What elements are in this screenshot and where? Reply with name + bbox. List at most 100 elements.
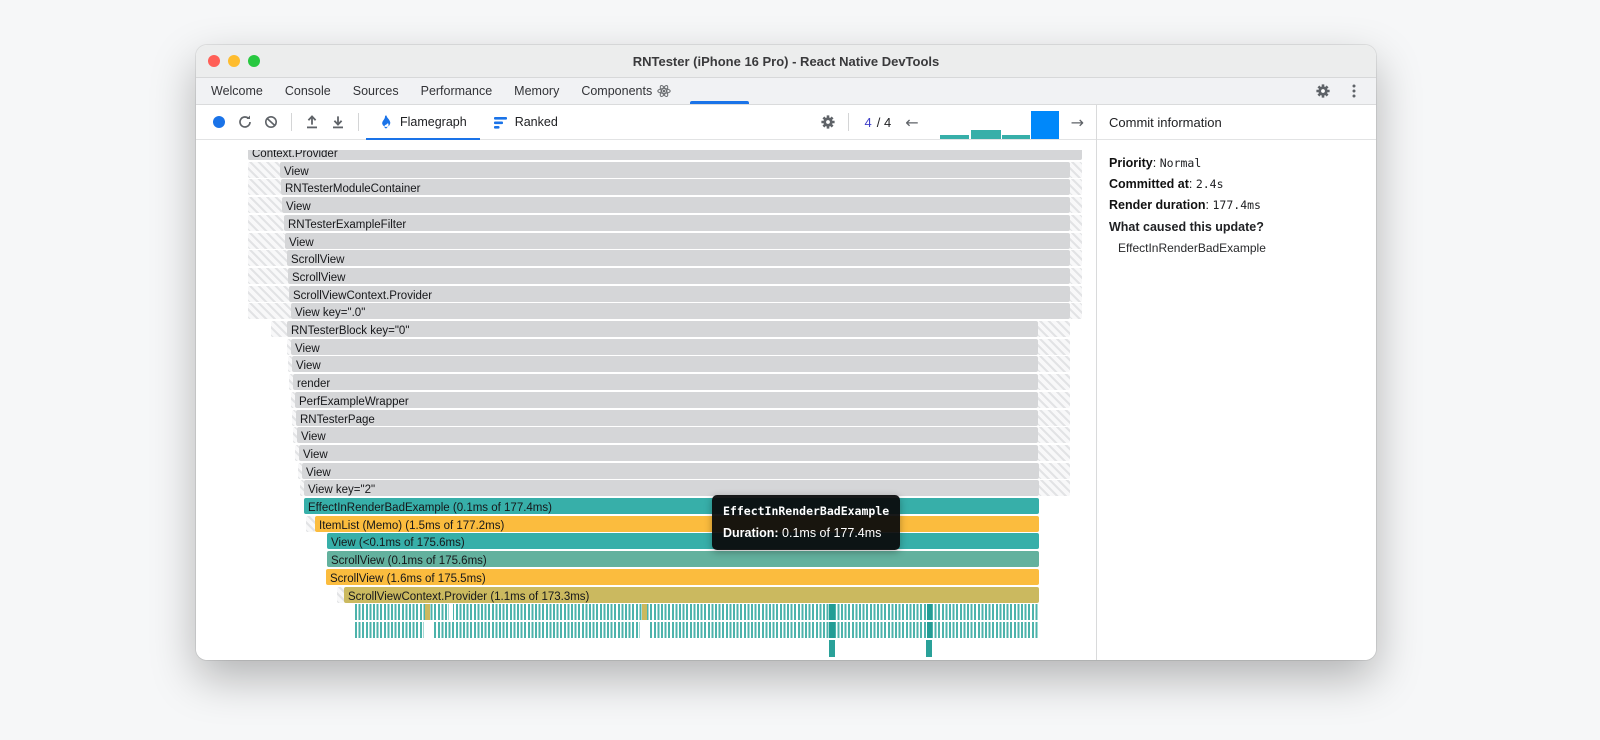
tab-sources[interactable]: Sources — [342, 78, 410, 104]
toolbar-divider — [358, 113, 359, 131]
flame-bar[interactable]: View — [291, 338, 1038, 355]
clear-profiling-data-button[interactable] — [258, 109, 284, 135]
flame-bar[interactable]: ItemList (Memo) (1.5ms of 177.2ms) — [315, 515, 1039, 532]
flamegraph-canvas: Context.Provider View RNTesterModuleContai… — [196, 140, 1096, 660]
commit-bar-3[interactable] — [1001, 135, 1030, 139]
flame-bar-label: View — [296, 360, 321, 373]
tab-performance[interactable]: Performance — [410, 78, 504, 104]
flame-bar[interactable]: ScrollView (1.6ms of 175.5ms) — [326, 568, 1039, 585]
zoom-window-button[interactable] — [248, 55, 260, 67]
tab-memory[interactable]: Memory — [503, 78, 570, 104]
flame-bar[interactable]: Context.Provider — [248, 150, 1082, 160]
flame-bar-label: RNTesterPage — [300, 413, 375, 426]
record-button[interactable] — [206, 109, 232, 135]
commit-counter-separator: / — [876, 114, 881, 130]
main-split: Flamegraph Ranked 4/ 4 ← → Context.Provi… — [196, 105, 1376, 660]
flame-bar[interactable]: EffectInRenderBadExample (0.1ms of 177.4… — [304, 498, 1039, 514]
stripe-accent — [927, 621, 932, 638]
flame-bar[interactable]: ScrollView — [287, 250, 1070, 267]
profiler-toolbar: Flamegraph Ranked 4/ 4 ← → — [196, 105, 1096, 143]
did-not-render-hatch — [1038, 321, 1070, 337]
current-commit-number[interactable]: 4 — [864, 115, 871, 130]
tab-bar: Welcome Console Sources Performance Memory Co… — [196, 78, 1376, 105]
flame-row: View — [196, 338, 1096, 355]
flame-bar[interactable]: RNTesterModuleContainer — [281, 179, 1070, 196]
tab-console-label: Console — [284, 84, 331, 98]
flame-bar[interactable]: View — [302, 462, 1039, 479]
tab-welcome[interactable]: Welcome — [200, 78, 274, 104]
flame-mini-bar[interactable] — [829, 639, 835, 657]
did-not-render-hatch — [337, 586, 344, 603]
flame-bar[interactable]: render — [293, 374, 1038, 391]
flame-bar-label: ScrollViewContext.Provider — [293, 289, 433, 302]
did-not-render-hatch — [306, 515, 315, 532]
flame-bar[interactable]: View key=".0" — [291, 303, 1070, 320]
tab-ranked[interactable]: Ranked — [480, 105, 571, 140]
flame-bar[interactable]: ScrollViewContext.Provider — [289, 285, 1070, 302]
flame-bar[interactable]: ScrollViewContext.Provider (1.1ms of 173… — [344, 586, 1039, 603]
flame-bar-label: ScrollViewContext.Provider (1.1ms of 173… — [348, 590, 590, 603]
flame-stripe-row[interactable] — [355, 621, 1039, 638]
commit-bar-2[interactable] — [970, 130, 1001, 139]
flame-stripe-row[interactable] — [355, 604, 1039, 621]
flame-bar-label: RNTesterBlock key="0" — [291, 325, 410, 337]
flame-bar[interactable]: View — [282, 197, 1070, 214]
flame-bar[interactable]: RNTesterBlock key="0" — [287, 321, 1038, 337]
flame-bar[interactable]: View — [280, 161, 1070, 178]
tab-flamegraph[interactable]: Flamegraph — [366, 105, 480, 141]
download-profile-button[interactable] — [325, 109, 351, 135]
flame-row: ScrollView (0.1ms of 175.6ms) — [196, 551, 1096, 568]
flame-bar[interactable]: RNTesterPage — [296, 409, 1038, 426]
update-cause-component[interactable]: EffectInRenderBadExample — [1109, 238, 1364, 259]
upload-profile-button[interactable] — [299, 109, 325, 135]
flame-bar-label: ScrollView — [291, 254, 345, 267]
flame-bar-label: PerfExampleWrapper — [299, 395, 409, 408]
commit-bar-4[interactable] — [1030, 111, 1059, 143]
flame-mini-bar[interactable] — [926, 639, 932, 657]
flame-bar[interactable]: View — [297, 427, 1038, 444]
flame-bar[interactable]: ScrollView — [288, 267, 1070, 284]
tab-components[interactable]: Components — [570, 78, 682, 104]
flame-row: View key=".0" — [196, 303, 1096, 320]
flame-bar[interactable]: View (<0.1ms of 175.6ms) — [327, 533, 1039, 550]
did-not-render-hatch — [248, 250, 287, 267]
settings-gear-icon[interactable] — [1315, 83, 1331, 99]
next-commit-arrow-icon[interactable]: → — [1065, 113, 1090, 132]
flame-bar[interactable]: PerfExampleWrapper — [295, 391, 1038, 408]
flame-row — [196, 639, 1096, 657]
tab-profiler[interactable] — [682, 78, 757, 104]
commit-bar-1[interactable] — [939, 135, 969, 139]
committed-at-row: Committed at: 2.4s — [1109, 177, 1224, 191]
flame-row: ScrollViewContext.Provider — [196, 285, 1096, 302]
committed-at-value: 2.4s — [1195, 177, 1224, 191]
close-window-button[interactable] — [208, 55, 220, 67]
flame-bar-label: ItemList (Memo) (1.5ms of 177.2ms) — [319, 519, 505, 532]
did-not-render-hatch — [248, 179, 281, 196]
flame-bar[interactable]: View key="2" — [304, 480, 1039, 497]
flame-row: RNTesterBlock key="0" — [196, 321, 1096, 337]
flame-bar[interactable]: View — [299, 444, 1038, 461]
tab-console[interactable]: Console — [274, 78, 342, 104]
did-not-render-hatch — [1070, 197, 1082, 214]
minimize-window-button[interactable] — [228, 55, 240, 67]
priority-row: Priority: Normal — [1109, 156, 1202, 170]
flame-bar-label: EffectInRenderBadExample (0.1ms of 177.4… — [308, 502, 552, 514]
profiler-settings-gear-icon[interactable] — [815, 109, 841, 135]
flame-bar-label: render — [297, 378, 331, 391]
tab-performance-label: Performance — [420, 84, 493, 98]
did-not-render-hatch — [248, 197, 282, 214]
did-not-render-hatch — [1070, 285, 1082, 302]
did-not-render-hatch — [1038, 356, 1070, 373]
kebab-menu-icon[interactable] — [1346, 83, 1362, 99]
flame-bar[interactable]: View — [285, 232, 1070, 249]
stripe-accent — [829, 621, 835, 638]
tab-ranked-label: Ranked — [514, 115, 558, 129]
did-not-render-hatch — [248, 303, 291, 320]
reload-and-profile-button[interactable] — [232, 109, 258, 135]
flame-bar[interactable]: RNTesterExampleFilter — [284, 214, 1070, 231]
flame-bar[interactable]: View — [292, 356, 1038, 373]
previous-commit-arrow-icon[interactable]: ← — [899, 113, 924, 132]
flame-bar[interactable]: ScrollView (0.1ms of 175.6ms) — [327, 551, 1039, 568]
flame-row: View (<0.1ms of 175.6ms) — [196, 533, 1096, 550]
flame-bar-label: View key="2" — [308, 484, 376, 497]
